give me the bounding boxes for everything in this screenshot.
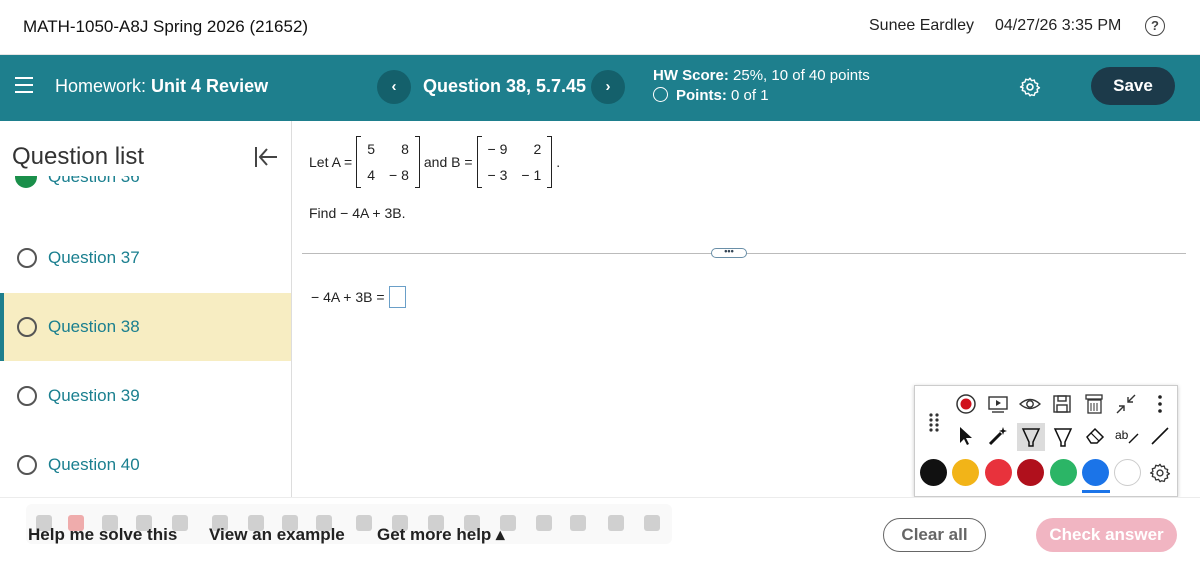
completed-check-icon <box>15 176 37 188</box>
question-title: Question 38, 5.7.45 <box>423 76 587 96</box>
color-swatch-dark-red[interactable] <box>1017 459 1044 486</box>
question-item-label: Question 39 <box>48 386 140 405</box>
points-label: Points: <box>676 87 727 104</box>
question-item-label: Question 40 <box>48 455 140 474</box>
next-question-button[interactable]: › <box>591 70 625 104</box>
points-value: 0 of 1 <box>731 87 769 104</box>
faded-eraser-icon <box>536 515 552 531</box>
highlighter-icon[interactable] <box>1020 426 1042 448</box>
points: Points: 0 of 1 <box>653 87 769 104</box>
annotation-toolbar: ab <box>914 385 1178 497</box>
status-circle-icon <box>17 248 37 268</box>
pane-resize-handle[interactable]: ••• <box>711 247 747 258</box>
status-circle-icon <box>17 386 37 406</box>
matrix-b-cell: − 1 <box>521 167 542 183</box>
help-icon[interactable]: ? <box>1145 16 1165 36</box>
record-icon[interactable] <box>955 393 977 415</box>
let-a-text: Let A = <box>309 154 353 170</box>
question-item-40[interactable]: Question 40 <box>0 431 291 499</box>
matrix-b: − 9 2 − 3 − 1 <box>476 136 553 188</box>
eye-icon[interactable] <box>1019 393 1041 415</box>
homework-prefix: Homework: <box>55 76 147 96</box>
magic-wand-icon[interactable] <box>987 425 1009 447</box>
matrix-b-cell: − 9 <box>487 141 508 157</box>
hw-score: HW Score: 25%, 10 of 40 points <box>653 67 870 84</box>
hw-score-value: 25%, 10 of 40 points <box>733 67 870 84</box>
question-item-37[interactable]: Question 37 <box>0 224 291 292</box>
hw-score-label: HW Score: <box>653 67 729 84</box>
settings-icon[interactable] <box>1149 462 1171 484</box>
question-item-label: Question 38 <box>48 317 140 336</box>
homework-label: Homework: Unit 4 Review <box>55 76 268 97</box>
get-more-help-link[interactable]: Get more help ▴ <box>377 525 505 545</box>
save-disk-icon[interactable] <box>1051 393 1073 415</box>
user-name[interactable]: Sunee Eardley <box>869 17 974 35</box>
question-item-label: Question 37 <box>48 248 140 267</box>
collapse-arrows-icon[interactable] <box>1115 393 1137 415</box>
previous-question-button[interactable]: ‹ <box>377 70 411 104</box>
color-swatch-black[interactable] <box>920 459 947 486</box>
homework-bar: Homework: Unit 4 Review ‹ Question 38, 5… <box>0 55 1200 121</box>
faded-camera-icon <box>608 515 624 531</box>
status-circle-icon <box>17 455 37 475</box>
line-icon[interactable] <box>1149 425 1171 447</box>
help-me-solve-link[interactable]: Help me solve this <box>28 525 177 545</box>
matrix-a: 5 8 4 − 8 <box>356 136 420 188</box>
menu-icon[interactable] <box>15 77 33 93</box>
question-item-label: Question 36 <box>48 176 140 186</box>
footer-bar: Help me solve this View an example Get m… <box>0 497 1200 576</box>
period: . <box>556 154 561 170</box>
text-tool-icon[interactable]: ab <box>1114 425 1140 447</box>
status-circle-icon <box>17 317 37 337</box>
question-item-36[interactable]: Question 36 <box>15 176 290 198</box>
question-item-38[interactable]: Question 38 <box>0 293 291 361</box>
matrix-a-cell: 8 <box>401 141 409 157</box>
save-button[interactable]: Save <box>1091 67 1175 105</box>
svg-text:ab: ab <box>1115 428 1129 442</box>
clear-all-button[interactable]: Clear all <box>883 518 986 552</box>
color-swatch-white[interactable] <box>1114 459 1141 486</box>
question-list-title: Question list <box>12 143 145 170</box>
video-icon[interactable] <box>987 393 1009 415</box>
matrix-b-cell: − 3 <box>487 167 508 183</box>
faded-select-icon <box>356 515 372 531</box>
color-swatch-yellow[interactable] <box>952 459 979 486</box>
color-swatch-green[interactable] <box>1050 459 1077 486</box>
matrix-b-cell: 2 <box>533 141 542 157</box>
more-icon[interactable] <box>1149 393 1171 415</box>
marker-icon[interactable] <box>1052 426 1074 448</box>
clear-page-icon[interactable] <box>1083 393 1105 415</box>
and-b-text: and B = <box>423 154 473 170</box>
answer-input[interactable] <box>388 286 406 308</box>
matrix-a-cell: 5 <box>367 141 376 157</box>
find-instruction: Find − 4A + 3B. <box>309 205 406 221</box>
course-title: MATH-1050-A8J Spring 2026 (21652) <box>23 17 309 36</box>
matrix-definition: Let A = 5 8 4 − 8 and B = − 9 2 − 3 − 1 … <box>309 134 560 190</box>
points-circle-icon <box>653 87 668 102</box>
question-item-39[interactable]: Question 39 <box>0 362 291 430</box>
matrix-a-cell: 4 <box>367 167 376 183</box>
date-time: 04/27/26 3:35 PM <box>995 17 1122 34</box>
top-bar: MATH-1050-A8J Spring 2026 (21652) Sunee … <box>0 0 1200 55</box>
check-answer-button[interactable]: Check answer <box>1036 518 1177 552</box>
pointer-icon[interactable] <box>955 425 977 447</box>
answer-prompt: − 4A + 3B = <box>311 289 385 305</box>
selected-color-indicator <box>1082 490 1110 493</box>
answer-row: − 4A + 3B = <box>311 286 406 308</box>
assignment-name: Unit 4 Review <box>151 76 269 96</box>
faded-chevron-icon <box>644 515 660 531</box>
matrix-a-cell: − 8 <box>389 167 409 183</box>
view-example-link[interactable]: View an example <box>209 525 345 545</box>
eraser-icon[interactable] <box>1084 425 1106 447</box>
faded-mute-icon <box>570 515 586 531</box>
collapse-sidebar-icon[interactable] <box>253 145 279 169</box>
settings-gear-icon[interactable] <box>1019 76 1041 98</box>
drag-grip-icon[interactable] <box>928 412 940 432</box>
color-swatch-red[interactable] <box>985 459 1012 486</box>
color-swatch-blue[interactable] <box>1082 459 1109 486</box>
